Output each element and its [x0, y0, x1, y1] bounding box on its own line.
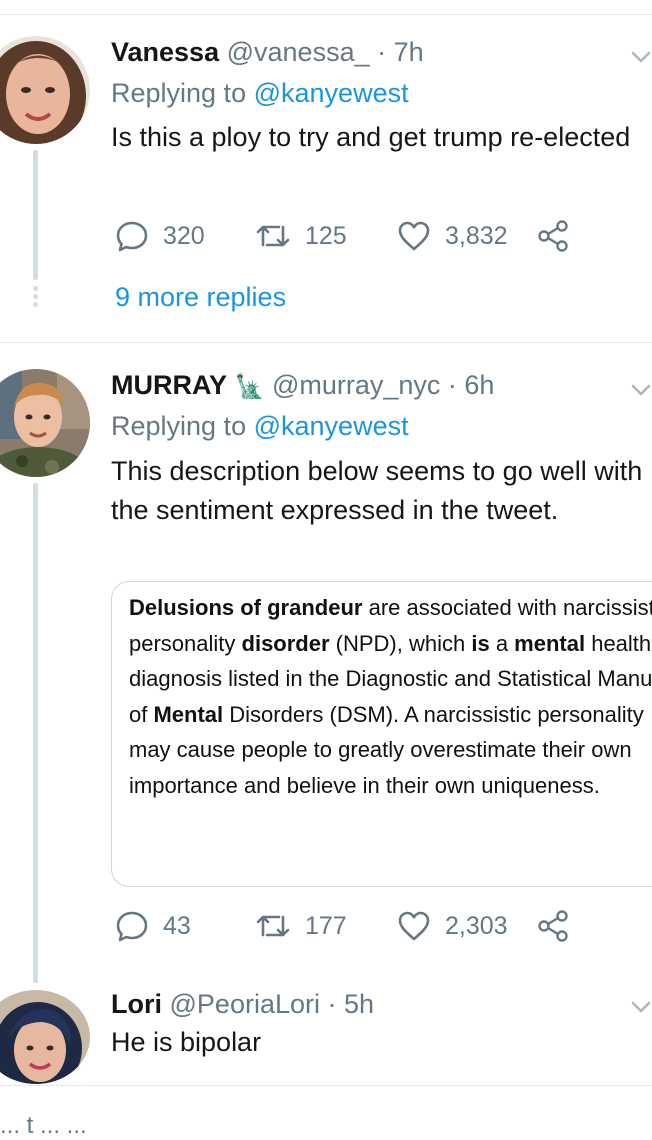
- timestamp: · 5h: [327, 989, 375, 1019]
- divider: [0, 342, 652, 343]
- share-button[interactable]: [536, 218, 570, 254]
- retweet-count: 125: [305, 221, 347, 250]
- display-name[interactable]: Lori: [111, 989, 162, 1019]
- reply-icon: [116, 911, 148, 942]
- replying-to: Replying to @kanyewest: [111, 411, 409, 441]
- replying-to-link[interactable]: @kanyewest: [254, 411, 409, 441]
- card-text: Delusions of grandeur are associated wit…: [129, 595, 652, 798]
- replying-to-link[interactable]: @kanyewest: [254, 78, 409, 108]
- tweet-header: Vanessa @vanessa_ · 7h: [111, 36, 424, 68]
- top-divider: [0, 14, 652, 15]
- replying-to: Replying to @kanyewest: [111, 78, 409, 108]
- avatar[interactable]: [0, 369, 90, 477]
- thread-line: [33, 150, 38, 280]
- share-icon: [538, 220, 568, 252]
- heart-icon: [398, 911, 430, 941]
- share-button[interactable]: [536, 908, 570, 944]
- tweet-text: This description below seems to go well …: [111, 456, 643, 525]
- tweet-actions: 43 177 2,303: [111, 908, 652, 944]
- divider: [0, 1085, 652, 1086]
- retweet-icon: [256, 915, 290, 937]
- tweet-actions: 320 125 3,832: [111, 218, 652, 254]
- retweet-icon: [256, 225, 290, 247]
- like-count: 2,303: [445, 911, 508, 940]
- reply-icon: [116, 221, 148, 252]
- tweet-murray[interactable]: MURRAY 🗽 @murray_nyc · 6h Replying to @k…: [0, 369, 652, 983]
- statue-of-liberty-icon: 🗽: [234, 373, 265, 400]
- attached-image-card[interactable]: Delusions of grandeur are associated wit…: [111, 581, 652, 887]
- tweet-header: MURRAY 🗽 @murray_nyc · 6h: [111, 369, 494, 403]
- chevron-down-icon[interactable]: [630, 46, 652, 68]
- thread-dots: [33, 286, 38, 310]
- heart-icon: [398, 221, 430, 251]
- user-handle[interactable]: @vanessa_: [227, 37, 370, 67]
- share-icon: [538, 910, 568, 942]
- reply-count: 320: [163, 221, 205, 250]
- retweet-count: 177: [305, 911, 347, 940]
- reply-button[interactable]: 320: [115, 218, 205, 254]
- avatar[interactable]: [0, 990, 90, 1084]
- cut-off-text: ... t ... ...: [0, 1112, 87, 1139]
- user-handle[interactable]: @PeoriaLori: [170, 989, 320, 1019]
- chevron-down-icon[interactable]: [630, 379, 652, 401]
- timestamp: · 7h: [377, 37, 424, 67]
- more-replies-link[interactable]: 9 more replies: [115, 281, 286, 313]
- timestamp: · 6h: [447, 370, 495, 400]
- display-name[interactable]: MURRAY: [111, 370, 227, 400]
- reply-button[interactable]: 43: [115, 908, 191, 944]
- user-handle[interactable]: @murray_nyc: [272, 370, 440, 400]
- chevron-down-icon[interactable]: [630, 996, 652, 1018]
- tweet-vanessa[interactable]: Vanessa @vanessa_ · 7h Replying to @kany…: [0, 36, 652, 336]
- reply-count: 43: [163, 911, 191, 940]
- retweet-button[interactable]: 125: [255, 218, 347, 254]
- like-count: 3,832: [445, 221, 508, 250]
- avatar[interactable]: [0, 36, 90, 144]
- like-button[interactable]: 2,303: [397, 908, 508, 944]
- tweet-header: Lori @PeoriaLori · 5h: [111, 988, 374, 1020]
- retweet-button[interactable]: 177: [255, 908, 347, 944]
- tweet-lori[interactable]: Lori @PeoriaLori · 5h He is bipolar: [0, 988, 652, 1084]
- tweet-text: Is this a ploy to try and get trump re-e…: [111, 122, 631, 152]
- like-button[interactable]: 3,832: [397, 218, 508, 254]
- tweet-text: He is bipolar: [111, 1027, 262, 1057]
- display-name[interactable]: Vanessa: [111, 37, 219, 67]
- thread-line: [33, 483, 38, 983]
